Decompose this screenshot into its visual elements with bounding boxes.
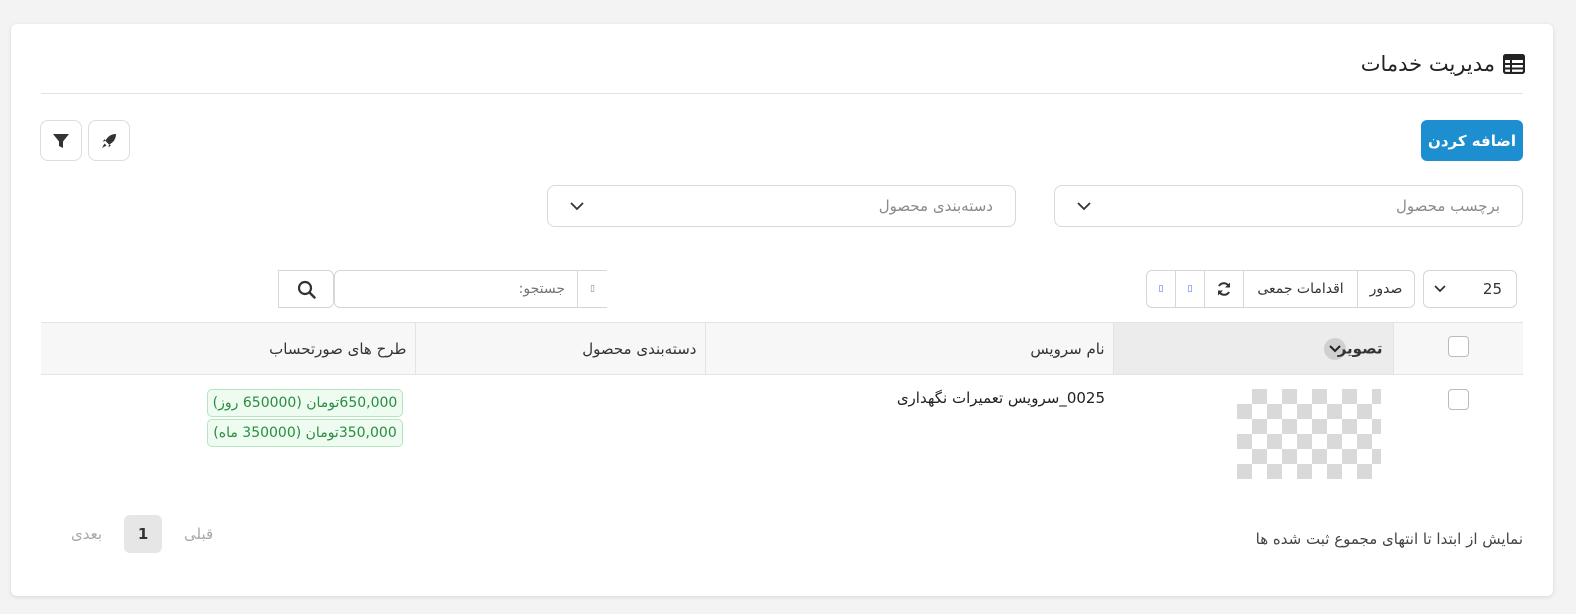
category-header-label: دسته‌بندی محصول: [582, 339, 697, 358]
chevron-down-icon: [1077, 202, 1091, 211]
product-category-select[interactable]: دسته‌بندی محصول: [547, 185, 1016, 227]
rocket-icon: [102, 133, 116, 148]
product-tag-select[interactable]: برچسب محصول: [1054, 185, 1523, 227]
name-header-label: نام سرویس: [1030, 339, 1105, 358]
billing-plan-badge: 650,000تومان (650000 روز): [207, 389, 403, 417]
search-group: ▯: [278, 270, 607, 308]
product-tag-placeholder: برچسب محصول: [1396, 197, 1500, 215]
select-all-cell: [1393, 322, 1523, 375]
row-name-cell: 0025_سرویس تعمیرات نگهداری: [705, 375, 1113, 493]
row-checkbox[interactable]: [1447, 389, 1469, 410]
services-table: تصویر نام سرویس دسته‌بندی محصول طرح های …: [41, 322, 1523, 493]
row-category-cell: [415, 375, 705, 493]
header-divider: [41, 93, 1523, 94]
services-card: مدیریت خدمات اضافه کردن برچسب محصول دسته…: [11, 24, 1553, 596]
search-extra-button[interactable]: ▯: [577, 270, 607, 308]
row-image-cell: [1113, 375, 1393, 493]
select-all-checkbox[interactable]: [1447, 336, 1469, 357]
search-extra-glyph: ▯: [590, 284, 595, 294]
bulk-actions-button[interactable]: اقدامات جمعی: [1243, 270, 1358, 308]
service-image-placeholder: [1237, 389, 1381, 479]
search-button[interactable]: [278, 270, 334, 308]
add-button[interactable]: اضافه کردن: [1421, 120, 1523, 161]
rocket-button[interactable]: [88, 120, 130, 161]
product-category-placeholder: دسته‌بندی محصول: [878, 197, 993, 215]
filter-button[interactable]: [40, 120, 82, 161]
plans-column-header[interactable]: طرح های صورتحساب: [41, 322, 416, 375]
column-visibility-button[interactable]: ▯: [1146, 270, 1176, 308]
prev-page-button[interactable]: قبلی: [184, 525, 213, 543]
pagination: قبلی 1 بعدی: [71, 515, 213, 553]
page-1-button[interactable]: 1: [124, 515, 163, 553]
page-length-value: 25: [1482, 280, 1502, 298]
export-button[interactable]: صدور: [1357, 270, 1415, 308]
search-input[interactable]: [334, 270, 577, 308]
chevron-down-icon: [1434, 285, 1446, 293]
row-plans-cell: 650,000تومان (650000 روز) 350,000تومان (…: [41, 375, 415, 493]
plans-header-label: طرح های صورتحساب: [269, 339, 407, 358]
category-column-header[interactable]: دسته‌بندی محصول: [415, 322, 706, 375]
column-toggle-glyph: ▯: [1187, 284, 1193, 294]
billing-plan-badge: 350,000تومان (350000 ماه): [207, 419, 403, 447]
table-toolbar: صدور اقدامات جمعی ▯ ▯: [1146, 270, 1415, 308]
column-visibility-glyph: ▯: [1158, 284, 1164, 294]
image-header-label: تصویر: [1337, 339, 1383, 357]
column-toggle-button[interactable]: ▯: [1175, 270, 1205, 308]
page-length-select[interactable]: 25: [1423, 270, 1517, 308]
name-column-header[interactable]: نام سرویس: [705, 322, 1114, 375]
refresh-button[interactable]: [1204, 270, 1244, 308]
table-info: نمایش از ابتدا تا انتهای مجموع ثبت شده ه…: [1255, 530, 1523, 548]
table-icon: [1503, 54, 1525, 74]
table-row: 0025_سرویس تعمیرات نگهداری 650,000تومان …: [41, 375, 1523, 493]
row-select-cell: [1393, 375, 1523, 493]
search-icon: [297, 280, 316, 299]
service-name: 0025_سرویس تعمیرات نگهداری: [896, 389, 1105, 407]
chevron-down-icon: [570, 202, 584, 211]
export-label: صدور: [1369, 281, 1403, 297]
filter-icon: [53, 133, 69, 148]
page-header: مدیریت خدمات: [1361, 52, 1525, 76]
refresh-icon: [1218, 282, 1230, 296]
image-column-header[interactable]: تصویر: [1113, 322, 1394, 375]
bulk-actions-label: اقدامات جمعی: [1257, 281, 1344, 297]
next-page-button[interactable]: بعدی: [71, 525, 102, 543]
page-title: مدیریت خدمات: [1360, 52, 1495, 76]
table-header-row: تصویر نام سرویس دسته‌بندی محصول طرح های …: [41, 322, 1523, 375]
